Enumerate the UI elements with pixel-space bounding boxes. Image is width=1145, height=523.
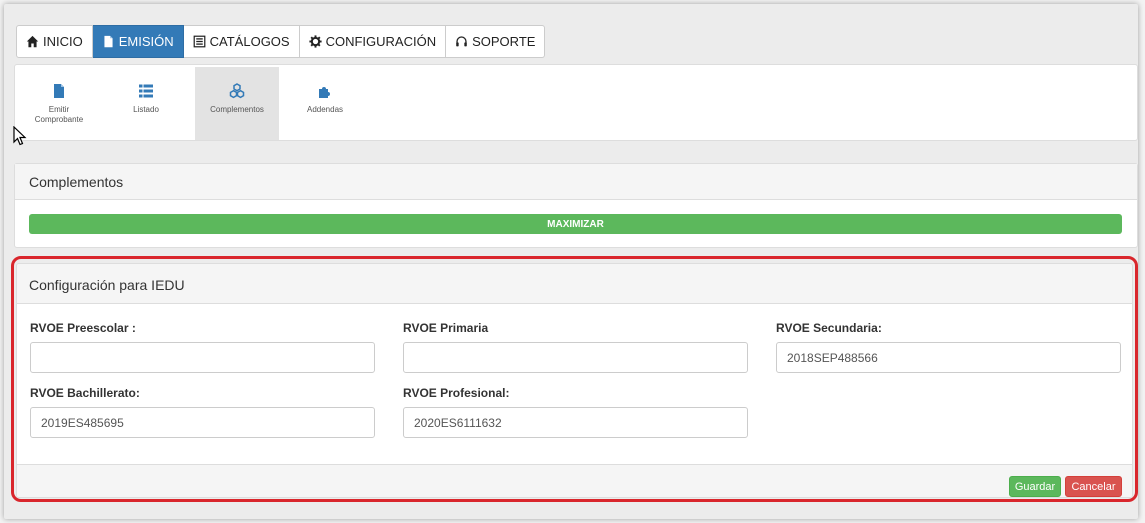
file-icon [104,35,113,48]
headset-icon [456,36,467,47]
subnav-label: Addendas [306,105,344,114]
subnav-listado[interactable]: Listado [104,67,188,140]
panel-title: Configuración para IEDU [17,264,1132,304]
file-icon [54,84,64,98]
tab-label: CONFIGURACIÓN [325,34,437,49]
cancel-button[interactable]: Cancelar [1065,476,1122,497]
tab-inicio[interactable]: INICIO [16,25,93,58]
subnav-label-line: Emitir [48,105,70,114]
save-button[interactable]: Guardar [1009,476,1061,497]
field-label-rvoe-bachillerato: RVOE Bachillerato: [30,386,140,400]
subnav-label: Emitir Comprobante [35,105,83,125]
subnav-label-line: Comprobante [34,115,84,124]
emision-toolbar: Emitir Comprobante Listado Complementos … [14,64,1138,141]
subnav-label: Complementos [210,105,264,114]
field-label-rvoe-secundaria: RVOE Secundaria: [776,321,882,335]
list-box-icon [193,35,206,48]
rvoe-secundaria-input[interactable] [776,342,1121,373]
home-icon [26,35,39,48]
panel-footer: Guardar Cancelar [17,464,1132,497]
field-label-rvoe-primaria: RVOE Primaria [403,321,489,335]
tab-emision[interactable]: EMISIÓN [92,25,184,58]
field-label-rvoe-preescolar: RVOE Preescolar : [30,321,136,335]
tab-catalogos[interactable]: CATÁLOGOS [183,25,300,58]
mouse-pointer-icon [13,126,27,146]
subnav-complementos[interactable]: Complementos [195,67,279,140]
rvoe-preescolar-input[interactable] [30,342,375,373]
subnav-emitir-comprobante[interactable]: Emitir Comprobante [17,67,101,140]
puzzle-icon [319,87,330,98]
list-icon [139,84,153,98]
rvoe-profesional-input[interactable] [403,407,748,438]
cubes-icon [229,83,245,99]
tab-soporte[interactable]: SOPORTE [446,25,546,58]
subnav-addendas[interactable]: Addendas [283,67,367,140]
tab-configuracion[interactable]: CONFIGURACIÓN [299,25,447,58]
iedu-config-panel: Configuración para IEDU RVOE Preescolar … [16,263,1133,498]
main-nav-tabs: INICIO EMISIÓN CATÁLOGOS CONFIGURACIÓN S… [16,25,546,58]
rvoe-bachillerato-input[interactable] [30,407,375,438]
panel-title: Complementos [15,164,1137,200]
tab-label: EMISIÓN [118,34,174,49]
tab-label: INICIO [43,34,83,49]
subnav-label: Listado [133,105,159,114]
field-label-rvoe-profesional: RVOE Profesional: [403,386,510,400]
gear-icon [309,35,322,48]
complementos-panel: Complementos MAXIMIZAR [14,163,1138,248]
tab-label: CATÁLOGOS [209,34,290,49]
tab-label: SOPORTE [472,34,536,49]
maximize-button[interactable]: MAXIMIZAR [29,214,1122,234]
rvoe-primaria-input[interactable] [403,342,748,373]
